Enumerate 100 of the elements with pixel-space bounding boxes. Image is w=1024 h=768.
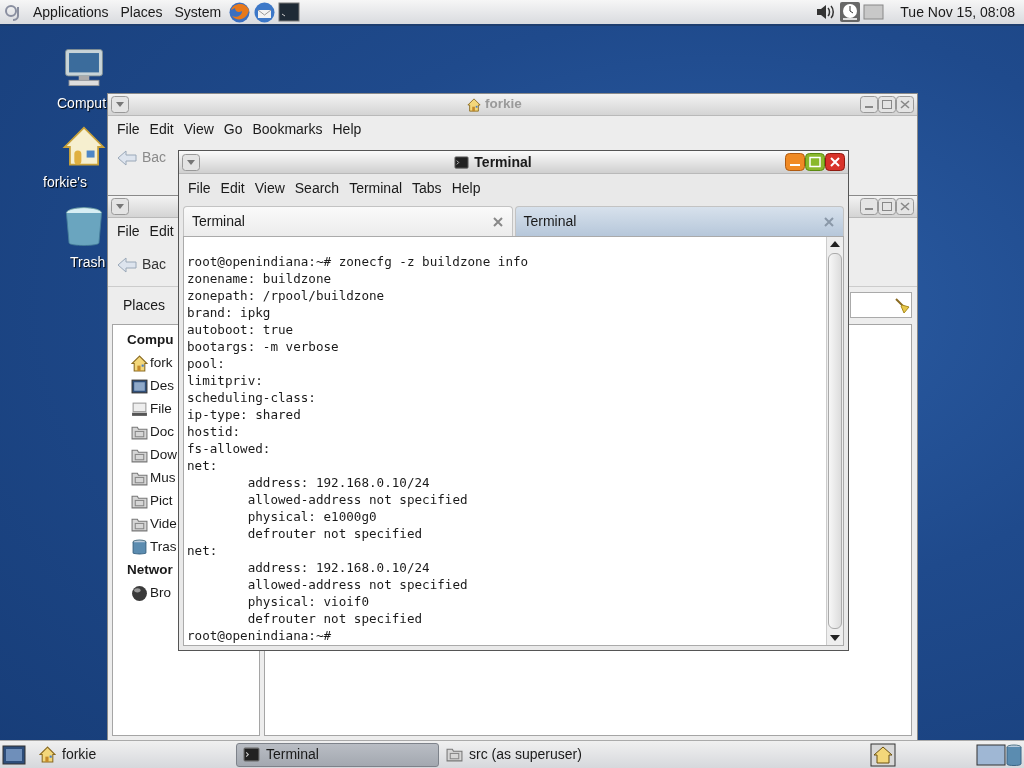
taskbar-label: src (as superuser) (469, 745, 582, 764)
icon-label[interactable]: Trash (70, 252, 106, 273)
terminal-line: allowed-address not specified (246, 576, 469, 593)
terminal-line: autoboot: true (187, 321, 295, 338)
sidebar-item[interactable]: Mus (131, 468, 176, 489)
scrollbar[interactable] (826, 237, 843, 645)
menu-item[interactable]: View (178, 118, 219, 141)
globe-icon (131, 584, 148, 602)
close-tab-icon[interactable] (823, 215, 835, 228)
sidebar-item[interactable]: Dow (131, 445, 177, 466)
terminal-line: root@openindiana:~# (187, 627, 333, 644)
show-desktop-icon[interactable] (2, 743, 26, 766)
minimize-button[interactable] (860, 96, 878, 113)
terminal-line: physical: e1000g0 (246, 508, 378, 525)
menu-item[interactable]: Edit (215, 177, 250, 200)
tab-label: Terminal (523, 212, 577, 231)
home-icon (467, 97, 482, 112)
close-tab-icon[interactable] (491, 215, 504, 228)
menu-item[interactable]: Edit (144, 118, 179, 141)
terminal-line: address: 192.168.0.10/24 (246, 474, 431, 491)
drive-icon (131, 400, 148, 418)
menu-item[interactable]: Go (218, 118, 248, 141)
sidebar-item[interactable]: Des (131, 376, 174, 397)
sidebar-item[interactable]: Doc (131, 422, 174, 443)
terminal-tab[interactable]: Terminal (183, 206, 513, 236)
window-menu-button[interactable] (182, 153, 200, 171)
broom-icon (893, 296, 911, 315)
window-menu-button[interactable] (111, 198, 129, 215)
minimize-button[interactable] (860, 198, 878, 215)
terminal-icon (453, 154, 471, 170)
trash-icon[interactable] (1006, 742, 1022, 767)
terminal-line: allowed-address not specified (246, 491, 469, 508)
menu-item[interactable]: Bookmarks (247, 118, 328, 141)
terminal-line: root@openindiana:~# zonecfg -z buildzone info (187, 253, 530, 270)
window-title: forkie (485, 95, 522, 114)
terminal-line: physical: vioif0 (246, 593, 370, 610)
sidebar-heading: Compu (127, 331, 174, 350)
menu-item[interactable]: Places (115, 1, 168, 23)
terminal-line: zonepath: /rpool/buildzone (187, 287, 386, 304)
sidebar-item[interactable]: Bro (131, 583, 171, 604)
terminal-icon (243, 746, 260, 763)
sidebar-item[interactable]: Vide (131, 514, 177, 535)
terminal-line: net: (187, 457, 219, 474)
workspace-icon[interactable] (976, 742, 1006, 767)
menu-item[interactable]: View (249, 177, 290, 200)
home-icon[interactable] (870, 742, 896, 767)
minimize-button[interactable] (785, 153, 805, 171)
window-title: Terminal (474, 152, 532, 172)
sidebar-item[interactable]: Tras (131, 537, 177, 558)
taskbar-button[interactable]: src (as superuser) (439, 742, 669, 767)
tab-label: Terminal (192, 212, 245, 231)
sidebar-selector[interactable]: Places (113, 290, 176, 320)
terminal-line: defrouter not specified (246, 610, 424, 627)
mail-client-icon[interactable] (253, 0, 277, 24)
sidebar-item[interactable]: fork (131, 353, 173, 374)
menu-item[interactable]: File (112, 220, 145, 243)
icon-label[interactable]: Comput (57, 93, 107, 114)
close-button[interactable] (825, 153, 845, 171)
maximize-button[interactable] (805, 153, 825, 171)
menu-item[interactable]: Help (446, 177, 486, 200)
maximize-button[interactable] (878, 96, 896, 113)
menu-item[interactable]: Help (327, 118, 367, 141)
taskbar-button[interactable]: Terminal (236, 742, 439, 767)
sidebar-item[interactable]: File (131, 399, 172, 420)
terminal-line: scheduling-class: (187, 389, 317, 406)
terminal-line: hostid: (187, 423, 242, 440)
maximize-button[interactable] (878, 198, 896, 215)
menu-item[interactable]: Search (289, 177, 345, 200)
desktop-icon (131, 377, 148, 395)
menu-item[interactable]: Tabs (407, 177, 447, 200)
sidebar-heading: Networ (127, 561, 173, 580)
taskbar-label: Terminal (266, 745, 319, 764)
menu-item[interactable]: Edit (144, 220, 179, 243)
terminal-line: defrouter not specified (246, 525, 424, 542)
menu-item[interactable]: File (112, 118, 145, 141)
location-field[interactable] (850, 292, 912, 319)
taskbar-button[interactable]: forkie (32, 742, 232, 767)
clock-text[interactable]: Tue Nov 15, 08:08 (895, 1, 1020, 23)
trash-icon (131, 538, 148, 556)
menu-item[interactable]: Applications (28, 1, 114, 23)
back-button[interactable]: Bac (108, 250, 175, 279)
home-icon (131, 354, 148, 372)
terminal-line: ip-type: shared (187, 406, 302, 423)
folder-icon (446, 746, 463, 763)
menu-item[interactable]: Terminal (344, 177, 408, 200)
terminal-line: limitpriv: (187, 372, 264, 389)
terminal-line: pool: (187, 355, 226, 372)
icon-label[interactable]: forkie's (43, 172, 87, 193)
menu-item[interactable]: System (169, 1, 227, 23)
terminal-line: zonename: buildzone (187, 270, 333, 287)
terminal-line: brand: ipkg (187, 304, 272, 321)
terminal-tab[interactable]: Terminal (514, 206, 844, 236)
window-menu-button[interactable] (111, 96, 129, 113)
terminal-line: bootargs: -m verbose (187, 338, 340, 355)
clock-icon[interactable] (839, 1, 862, 23)
browser-icon[interactable] (228, 0, 252, 24)
sidebar-item[interactable]: Pict (131, 491, 173, 512)
terminal-icon[interactable] (278, 2, 301, 22)
terminal-line: fs-allowed: (187, 440, 272, 457)
menu-item[interactable]: File (183, 177, 216, 200)
